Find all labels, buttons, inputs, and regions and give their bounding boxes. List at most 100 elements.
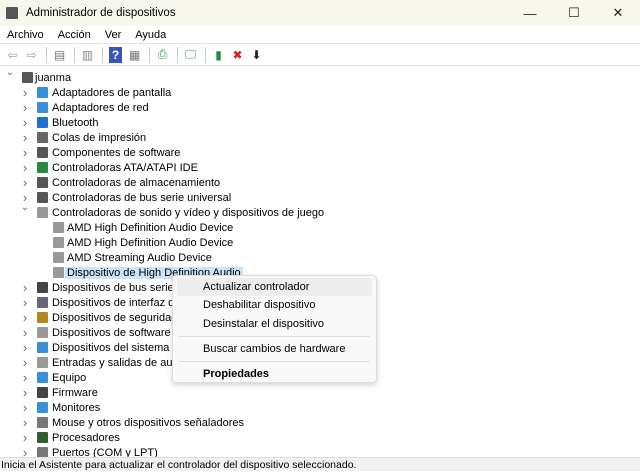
chevron-right-icon[interactable]: › xyxy=(20,130,30,145)
tree-item[interactable]: › Adaptadores de pantalla xyxy=(0,85,640,100)
chevron-right-icon[interactable]: › xyxy=(20,370,30,385)
device-category-icon xyxy=(22,72,33,83)
device-category-icon xyxy=(37,402,48,413)
tree-item-label: Controladoras de sonido y vídeo y dispos… xyxy=(52,206,325,219)
device-tree: ⌄ juanma › Adaptadores de pantalla › Adaptado… xyxy=(0,70,640,458)
forward-icon[interactable]: ⇨ xyxy=(23,47,40,63)
tree-child-item[interactable]: AMD High Definition Audio Device xyxy=(0,235,640,250)
menu-item-update-driver[interactable]: Actualizar controlador xyxy=(177,278,372,296)
tree-item-label: Dispositivos del sistema xyxy=(52,341,170,354)
tree-item[interactable]: › Bluetooth xyxy=(0,115,640,130)
chevron-right-icon[interactable]: › xyxy=(20,295,30,310)
tree-item[interactable]: › Controladoras ATA/ATAPI IDE xyxy=(0,160,640,175)
chevron-right-icon[interactable]: › xyxy=(20,115,30,130)
update-driver-icon[interactable]: ⎙ xyxy=(154,47,171,63)
tree-item-label: Dispositivos de seguridad xyxy=(52,311,178,324)
tree-item[interactable]: › Monitores xyxy=(0,400,640,415)
device-category-icon xyxy=(37,282,48,293)
device-category-icon xyxy=(53,252,64,263)
chevron-right-icon[interactable]: › xyxy=(20,355,30,370)
tree-item-label: AMD High Definition Audio Device xyxy=(67,221,234,234)
chevron-down-icon[interactable]: ⌄ xyxy=(20,202,30,213)
tree-item-label: Colas de impresión xyxy=(52,131,147,144)
chevron-right-icon[interactable]: › xyxy=(20,430,30,445)
menu-item-scan-hardware[interactable]: Buscar cambios de hardware xyxy=(177,340,372,358)
close-button[interactable]: ✕ xyxy=(596,0,640,26)
device-category-icon xyxy=(53,267,64,278)
device-category-icon xyxy=(37,132,48,143)
tree-item-label: Adaptadores de red xyxy=(52,101,149,114)
chevron-right-icon[interactable]: › xyxy=(20,160,30,175)
menu-item-disable-device[interactable]: Deshabilitar dispositivo xyxy=(177,296,372,314)
tree-item-label: Componentes de software xyxy=(52,146,181,159)
chevron-right-icon[interactable]: › xyxy=(20,400,30,415)
tree-item[interactable]: › Firmware xyxy=(0,385,640,400)
device-category-icon xyxy=(37,432,48,443)
tree-item[interactable]: ⌄ Controladoras de sonido y vídeo y dispo… xyxy=(0,202,640,220)
help-icon[interactable]: ? xyxy=(109,46,122,63)
tree-item-label: Controladoras de almacenamiento xyxy=(52,176,221,189)
scan-hardware-icon[interactable]: 🖵 xyxy=(182,47,199,63)
minimize-button[interactable]: — xyxy=(508,0,552,26)
chevron-right-icon[interactable]: › xyxy=(20,280,30,295)
toolbar: ⇦ ⇨ ▤ ▥? ▦ ⎙ 🖵 ▮ ✖ ⬇ xyxy=(0,44,640,66)
menu-accion[interactable]: Acción xyxy=(51,29,98,41)
device-manager-icon xyxy=(6,7,18,19)
tree-child-item[interactable]: AMD High Definition Audio Device xyxy=(0,220,640,235)
device-category-icon xyxy=(37,312,48,323)
tree-item[interactable]: › Procesadores xyxy=(0,430,640,445)
properties-icon[interactable]: ▥ xyxy=(79,47,96,63)
device-category-icon xyxy=(37,192,48,203)
device-category-icon xyxy=(37,147,48,158)
menu-archivo[interactable]: Archivo xyxy=(0,29,51,41)
download-icon[interactable]: ⬇ xyxy=(248,47,265,63)
menu-ayuda[interactable]: Ayuda xyxy=(128,29,173,41)
add-driver-icon[interactable]: ▮ xyxy=(210,47,227,63)
tree-item[interactable]: › Colas de impresión xyxy=(0,130,640,145)
tree-root[interactable]: ⌄ juanma xyxy=(0,70,640,85)
chevron-right-icon[interactable]: › xyxy=(20,175,30,190)
tree-item-label: AMD Streaming Audio Device xyxy=(67,251,212,264)
device-category-icon xyxy=(37,117,48,128)
action-pane-icon[interactable]: ▦ xyxy=(126,47,143,63)
tree-item-label: Mouse y otros dispositivos señaladores xyxy=(52,416,244,429)
tree-item-label: Firmware xyxy=(52,386,98,399)
device-category-icon xyxy=(53,222,64,233)
tree-item[interactable]: › Controladoras de almacenamiento xyxy=(0,175,640,190)
chevron-right-icon[interactable]: › xyxy=(20,145,30,160)
menu-divider xyxy=(179,361,370,362)
tree-item-label: Controladoras de bus serie universal xyxy=(52,191,232,204)
toolbar-separator xyxy=(177,46,178,63)
chevron-right-icon[interactable]: › xyxy=(20,325,30,340)
chevron-right-icon[interactable]: › xyxy=(20,415,30,430)
tree-item[interactable]: › Adaptadores de red xyxy=(0,100,640,115)
title-bar: Administrador de dispositivos — ☐ ✕ xyxy=(0,0,640,26)
maximize-button[interactable]: ☐ xyxy=(552,0,596,26)
device-category-icon xyxy=(37,357,48,368)
menu-item-uninstall-device[interactable]: Desinstalar el dispositivo xyxy=(177,315,372,333)
chevron-right-icon[interactable]: › xyxy=(20,385,30,400)
tree-item[interactable]: › Controladoras de bus serie universal xyxy=(0,190,640,205)
tree-item[interactable]: › Componentes de software xyxy=(0,145,640,160)
tree-item-label: Dispositivos de software xyxy=(52,326,171,339)
menu-ver[interactable]: Ver xyxy=(98,29,129,41)
toolbar-separator xyxy=(149,46,150,63)
show-hide-console-tree-icon[interactable]: ▤ xyxy=(51,47,68,63)
device-category-icon xyxy=(37,87,48,98)
tree-child-item[interactable]: AMD Streaming Audio Device xyxy=(0,250,640,265)
tree-item-label: Entradas y salidas de audio xyxy=(52,356,188,369)
chevron-right-icon[interactable]: › xyxy=(20,85,30,100)
menu-item-properties[interactable]: Propiedades xyxy=(177,365,372,383)
uninstall-icon[interactable]: ✖ xyxy=(229,47,246,63)
toolbar-separator xyxy=(205,46,206,63)
chevron-right-icon[interactable]: › xyxy=(20,340,30,355)
chevron-right-icon[interactable]: › xyxy=(20,100,30,115)
chevron-right-icon[interactable]: › xyxy=(20,310,30,325)
toolbar-separator xyxy=(46,46,47,63)
device-category-icon xyxy=(37,342,48,353)
tree-item-label: juanma xyxy=(35,71,72,84)
back-icon[interactable]: ⇦ xyxy=(4,47,21,63)
chevron-down-icon[interactable]: ⌄ xyxy=(5,70,15,78)
device-category-icon xyxy=(37,207,48,218)
tree-item[interactable]: › Mouse y otros dispositivos señaladores xyxy=(0,415,640,430)
